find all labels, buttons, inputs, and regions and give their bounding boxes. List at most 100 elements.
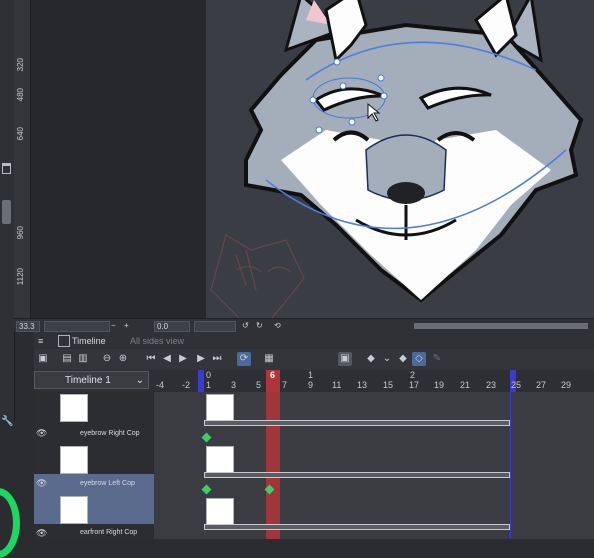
onion-skin-icon[interactable]: ▣ xyxy=(338,352,352,366)
ruler-tick: 320 xyxy=(16,58,25,72)
keyframe-marker[interactable] xyxy=(201,484,212,495)
zoom-out-icon[interactable]: ⊖ xyxy=(100,352,114,366)
layer-name: eyebrow Left Cop xyxy=(80,480,135,487)
wolf-illustration xyxy=(210,0,584,318)
frame-number: 29 xyxy=(561,380,572,390)
section-label: 1 xyxy=(308,370,314,380)
reset-view-icon[interactable]: ⟲ xyxy=(272,321,282,330)
keyframe-marker[interactable] xyxy=(201,432,212,443)
frame-number: 9 xyxy=(308,380,314,390)
chevron-down-icon: ⌄ xyxy=(135,375,144,386)
frame-ruler[interactable]: 0 1 2 -4 -2 1 3 5 6 7 9 11 13 15 17 19 2… xyxy=(154,370,594,392)
canvas-status-bar: 33.3 − + 0.0 ↺ ↻ ⟲ xyxy=(14,318,594,332)
layer-thumbnail xyxy=(60,394,88,422)
frame-number: 17 xyxy=(409,380,420,390)
cel-thumbnail xyxy=(206,446,234,474)
next-frame-icon[interactable]: ▶ xyxy=(194,352,208,366)
keyframe-dropdown-icon[interactable]: ⌄ xyxy=(380,352,394,366)
section-label: 2 xyxy=(410,370,416,380)
frame-number: 5 xyxy=(256,380,262,390)
timeline-panel-tabs: ≡ Timeline All sides view xyxy=(34,332,594,350)
ruler-tick: 960 xyxy=(16,226,25,240)
frame-number: 15 xyxy=(383,380,394,390)
frame-number: 13 xyxy=(357,380,368,390)
zoom-in-button[interactable]: + xyxy=(122,321,133,330)
frame-number: 27 xyxy=(536,380,547,390)
cel-track xyxy=(204,524,510,530)
new-cel-icon[interactable]: ▥ xyxy=(76,352,90,366)
drawing-canvas[interactable] xyxy=(206,0,594,318)
zoom-out-button[interactable]: − xyxy=(109,321,120,330)
rotate-left-icon[interactable]: ↺ xyxy=(240,321,250,330)
zoom-field[interactable]: 33.3 xyxy=(16,321,40,332)
frame-number: 1 xyxy=(206,380,212,390)
frame-number: -2 xyxy=(182,380,191,390)
frame-number: 3 xyxy=(231,380,237,390)
ruler-tick: 640 xyxy=(16,127,25,141)
loop-icon[interactable]: ⟳ xyxy=(237,352,251,366)
frame-number: 19 xyxy=(434,380,445,390)
frame-number: 23 xyxy=(486,380,497,390)
layer-row[interactable]: 👁 earfront Right Cop xyxy=(34,526,154,539)
tab-all-sides-view[interactable]: All sides view xyxy=(130,335,184,347)
keyframe-tool-icon[interactable]: ◆ xyxy=(364,352,378,366)
range-end-line xyxy=(510,392,511,539)
layer-thumb-row[interactable] xyxy=(34,444,154,474)
layer-name: earfront Right Cop xyxy=(80,529,138,536)
timeline-select[interactable]: Timeline 1 ⌄ xyxy=(34,371,149,389)
tool-scroll-thumb[interactable] xyxy=(2,200,11,224)
trash-icon[interactable] xyxy=(2,163,11,174)
timeline-header: Timeline 1 ⌄ 0 1 2 -4 -2 1 3 5 6 7 9 11 … xyxy=(34,370,594,393)
record-indicator xyxy=(0,488,20,558)
left-tool-strip: 🔧 xyxy=(0,0,15,427)
cel-thumbnail xyxy=(206,394,234,422)
layer-name: eyebrow Right Cop xyxy=(80,430,140,437)
zoom-in-icon[interactable]: ⊕ xyxy=(116,352,130,366)
layer-thumbnail xyxy=(60,496,88,524)
frame-grid[interactable] xyxy=(154,392,594,539)
playhead-column xyxy=(266,392,280,539)
rotation-field[interactable]: 0.0 xyxy=(154,321,190,332)
timeline-tab-icon xyxy=(58,335,70,347)
frame-number: 25 xyxy=(511,380,522,390)
zoom-slider[interactable] xyxy=(44,321,110,332)
section-label: 0 xyxy=(206,370,212,380)
frame-number: 11 xyxy=(332,380,342,390)
canvas-hscroll[interactable] xyxy=(414,323,588,329)
frame-number: 21 xyxy=(460,380,471,390)
eye-icon[interactable]: 👁 xyxy=(36,528,47,539)
frame-number: 7 xyxy=(282,380,288,390)
cel-track xyxy=(204,472,510,478)
ruler-tick: 1120 xyxy=(16,268,25,286)
layer-list: 👁 eyebrow Right Cop 👁 eyebrow Left Cop 👁… xyxy=(34,392,154,539)
wrench-icon[interactable]: 🔧 xyxy=(1,416,13,427)
enable-keyframes-icon[interactable]: ◇ xyxy=(412,352,426,366)
eye-icon[interactable]: 👁 xyxy=(36,478,47,489)
ruler-tick: 480 xyxy=(16,88,25,102)
cel-track xyxy=(204,420,510,426)
keyframe-interp-icon[interactable]: ◆ xyxy=(396,352,410,366)
layer-thumb-row[interactable] xyxy=(34,392,154,422)
first-frame-icon[interactable]: ⏮ xyxy=(144,352,158,366)
play-icon[interactable]: ▶ xyxy=(176,352,190,366)
prev-frame-icon[interactable]: ◀ xyxy=(160,352,174,366)
eye-icon[interactable]: 👁 xyxy=(36,428,47,439)
timeline-select-value: Timeline 1 xyxy=(65,375,111,386)
layer-row[interactable]: 👁 eyebrow Right Cop xyxy=(34,424,154,442)
specify-cel-icon[interactable]: ▦ xyxy=(262,352,276,366)
cel-thumbnail xyxy=(206,498,234,526)
range-start-marker[interactable] xyxy=(198,370,204,392)
pencil-icon[interactable]: ✎ xyxy=(430,352,444,366)
layer-row-selected[interactable]: 👁 eyebrow Left Cop xyxy=(34,474,154,524)
vertical-ruler: 320 480 640 960 1120 xyxy=(14,0,31,318)
new-timeline-icon[interactable]: ▣ xyxy=(36,352,50,366)
menu-icon[interactable]: ≡ xyxy=(38,335,43,347)
layer-thumbnail xyxy=(60,446,88,474)
tab-timeline[interactable]: Timeline xyxy=(72,335,106,347)
timeline-toolbar: ▣ ▤ ▥ ⊖ ⊕ ⏮ ◀ ▶ ▶ ⏭ ⟳ ▦ ▣ ◆ ⌄ ◆ ◇ ✎ xyxy=(34,349,594,371)
last-frame-icon[interactable]: ⏭ xyxy=(210,352,224,366)
rotation-slider[interactable] xyxy=(194,321,236,332)
rotate-right-icon[interactable]: ↻ xyxy=(254,321,264,330)
new-animation-folder-icon[interactable]: ▤ xyxy=(60,352,74,366)
frame-number: -4 xyxy=(156,380,165,390)
